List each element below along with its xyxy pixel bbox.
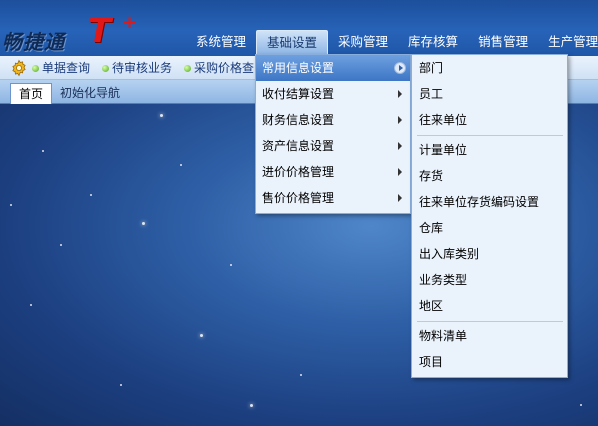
- star-decoration: [230, 264, 232, 266]
- star-decoration: [120, 384, 122, 386]
- logo-text: 畅捷通: [2, 30, 65, 54]
- star-decoration: [142, 222, 145, 225]
- nav-purchase-management[interactable]: 采购管理: [328, 30, 398, 54]
- main-nav: 系统管理 基础设置 采购管理 库存核算 销售管理 生产管理: [186, 30, 598, 54]
- menu-item-region[interactable]: 地区: [412, 293, 567, 319]
- nav-system-management[interactable]: 系统管理: [186, 30, 256, 54]
- submenu-arrow-icon: [398, 194, 402, 202]
- menu-item-asset-info[interactable]: 资产信息设置: [256, 133, 410, 159]
- menu-item-purchase-price[interactable]: 进价价格管理: [256, 159, 410, 185]
- green-dot-icon: [32, 65, 39, 72]
- menu-item-label: 财务信息设置: [262, 113, 335, 127]
- submenu-arrow-icon: [398, 116, 402, 124]
- star-decoration: [200, 334, 203, 337]
- submenu-arrow-icon: [398, 168, 402, 176]
- submenu-arrow-icon: [398, 142, 402, 150]
- quick-link-label: 单据查询: [42, 61, 91, 75]
- star-decoration: [250, 404, 253, 407]
- quick-link-label: 待审核业务: [112, 61, 173, 75]
- star-decoration: [160, 114, 163, 117]
- nav-sales-management[interactable]: 销售管理: [468, 30, 538, 54]
- star-decoration: [300, 374, 302, 376]
- menu-item-sales-price[interactable]: 售价价格管理: [256, 185, 410, 211]
- menu-item-partner[interactable]: 往来单位: [412, 107, 567, 133]
- menu-item-stock[interactable]: 存货: [412, 163, 567, 189]
- menu-item-payment-settlement[interactable]: 收付结算设置: [256, 81, 410, 107]
- menu-item-department[interactable]: 部门: [412, 55, 567, 81]
- green-dot-icon: [102, 65, 109, 72]
- menu-item-bom[interactable]: 物料清单: [412, 323, 567, 349]
- star-decoration: [60, 244, 62, 246]
- quick-link-label: 采购价格查: [194, 61, 255, 75]
- menu-separator: [417, 321, 563, 322]
- nav-production-management[interactable]: 生产管理: [538, 30, 598, 54]
- star-decoration: [180, 164, 182, 166]
- menu-item-finance-info[interactable]: 财务信息设置: [256, 107, 410, 133]
- menu-item-label: 常用信息设置: [262, 61, 335, 75]
- app-logo: 畅捷通 T +: [0, 8, 150, 54]
- menu-item-unit[interactable]: 计量单位: [412, 137, 567, 163]
- menu-item-project[interactable]: 项目: [412, 349, 567, 375]
- quick-link-pending-review[interactable]: 待审核业务: [102, 56, 172, 80]
- menu-item-label: 收付结算设置: [262, 87, 335, 101]
- menu-item-io-category[interactable]: 出入库类别: [412, 241, 567, 267]
- star-decoration: [580, 404, 582, 406]
- nav-inventory-accounting[interactable]: 库存核算: [398, 30, 468, 54]
- menu-item-common-info[interactable]: 常用信息设置: [256, 55, 410, 81]
- menu-item-label: 售价价格管理: [262, 191, 335, 205]
- nav-basic-settings[interactable]: 基础设置: [256, 30, 329, 54]
- gear-icon[interactable]: [10, 59, 28, 77]
- quick-link-purchase-price[interactable]: 采购价格查: [184, 56, 254, 80]
- star-decoration: [30, 304, 32, 306]
- logo-plus: +: [122, 12, 138, 33]
- app-header: 畅捷通 T + 系统管理 基础设置 采购管理 库存核算 销售管理 生产管理: [0, 0, 598, 56]
- menu-item-warehouse[interactable]: 仓库: [412, 215, 567, 241]
- menu-separator: [417, 135, 563, 136]
- quick-link-document-query[interactable]: 单据查询: [32, 56, 90, 80]
- star-decoration: [90, 194, 92, 196]
- star-decoration: [42, 150, 44, 152]
- logo-mark: T: [88, 11, 112, 51]
- submenu-arrow-icon: [398, 90, 402, 98]
- basic-settings-dropdown: 常用信息设置 收付结算设置 财务信息设置 资产信息设置 进价价格管理 售价价格管…: [255, 54, 411, 214]
- menu-item-business-type[interactable]: 业务类型: [412, 267, 567, 293]
- menu-item-label: 进价价格管理: [262, 165, 335, 179]
- menu-item-label: 资产信息设置: [262, 139, 335, 153]
- menu-item-partner-stock-code[interactable]: 往来单位存货编码设置: [412, 189, 567, 215]
- green-dot-icon: [184, 65, 191, 72]
- tab-init-guide[interactable]: 初始化导航: [52, 83, 128, 104]
- tab-home[interactable]: 首页: [10, 83, 53, 104]
- submenu-arrow-icon: [394, 62, 406, 74]
- menu-item-employee[interactable]: 员工: [412, 81, 567, 107]
- common-info-flyout: 部门 员工 往来单位 计量单位 存货 往来单位存货编码设置 仓库 出入库类别 业…: [411, 54, 568, 378]
- star-decoration: [10, 204, 12, 206]
